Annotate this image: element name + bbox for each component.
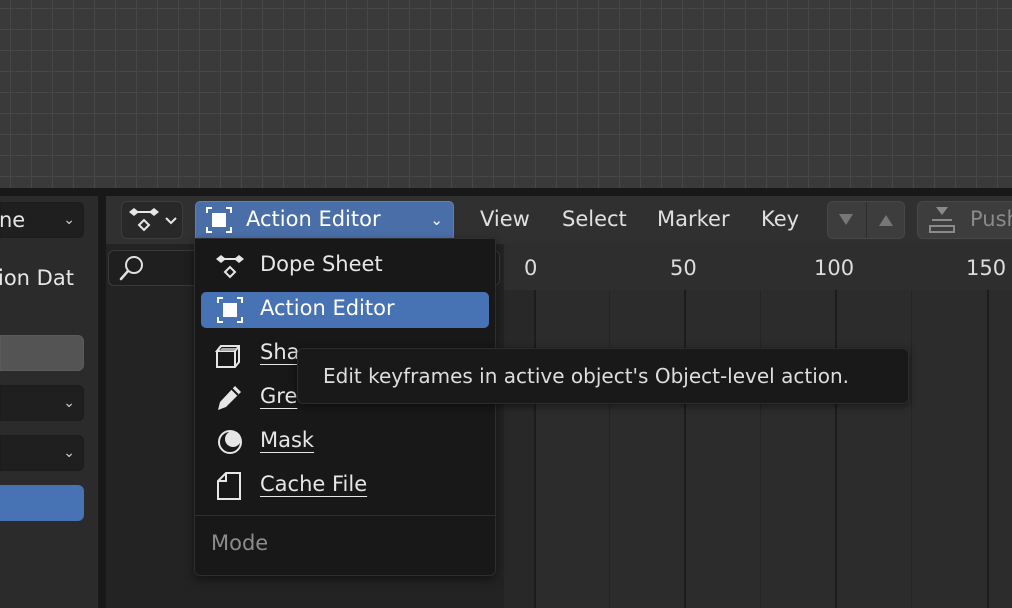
menu-key[interactable]: Key	[761, 207, 799, 231]
menu-item-dope-sheet[interactable]: Dope Sheet	[201, 248, 489, 284]
area-separator-vertical[interactable]	[98, 196, 106, 608]
push-down-label: Push	[970, 207, 1012, 231]
panel-dropdown-text: ne	[0, 208, 26, 232]
panel-dropdown-3[interactable]: ⌄	[0, 435, 84, 471]
editor-mode-menu: Dope Sheet Action Editor Sha Gre Mask Ca…	[194, 238, 496, 576]
chevron-down-icon: ⌄	[63, 445, 75, 461]
keyframe-area[interactable]	[534, 290, 1012, 608]
menu-separator	[195, 515, 495, 516]
timeline-scrub-area[interactable]	[504, 244, 1012, 290]
tooltip-text: Edit keyframes in active object's Object…	[323, 364, 850, 388]
chevron-down-icon: ⌄	[63, 212, 75, 228]
group-separator	[866, 202, 867, 238]
frame-gridline-minor	[760, 290, 761, 608]
menu-item-label: Sha	[260, 340, 300, 364]
frame-gridline	[835, 290, 837, 608]
push-down-button[interactable]: Push	[917, 201, 1012, 239]
panel-label: ion Dat	[0, 266, 74, 290]
frame-label: 100	[814, 256, 855, 280]
chevron-down-icon: ⌄	[63, 395, 75, 411]
triangle-up-icon[interactable]	[868, 202, 904, 238]
dope-sheet-icon	[129, 208, 177, 232]
action-editor-icon	[217, 297, 243, 323]
shape-key-icon	[214, 345, 240, 368]
menu-item-label: Cache File	[260, 472, 368, 496]
properties-panel: ne ⌄ ion Dat ⌄ ⌄	[0, 196, 98, 608]
channel-search-input[interactable]	[108, 250, 198, 286]
menu-item-label: Dope Sheet	[260, 252, 383, 276]
frame-label: 150	[966, 256, 1007, 280]
menu-view[interactable]: View	[480, 207, 530, 231]
dope-sheet-icon	[216, 255, 244, 279]
cache-file-icon	[217, 472, 241, 500]
menu-marker[interactable]: Marker	[657, 207, 730, 231]
menu-heading: Mode	[211, 531, 269, 555]
frame-label: 50	[670, 256, 697, 280]
menu-select[interactable]: Select	[562, 207, 627, 231]
tooltip: Edit keyframes in active object's Object…	[297, 348, 909, 404]
frame-gridline-minor	[609, 290, 610, 608]
editor-mode-dropdown[interactable]: Action Editor ⌄	[195, 201, 454, 239]
push-down-icon	[929, 207, 955, 233]
panel-dropdown-top[interactable]: ne ⌄	[0, 202, 84, 238]
editor-type-button[interactable]	[121, 201, 183, 239]
menu-item-action-editor[interactable]: Action Editor	[201, 292, 489, 328]
triangle-down-icon[interactable]	[828, 202, 864, 238]
area-separator[interactable]	[0, 188, 1012, 196]
frame-gridline-minor	[911, 290, 912, 608]
viewport-grid[interactable]	[0, 0, 1012, 188]
menu-item-mask[interactable]: Mask	[201, 424, 489, 460]
menu-item-label: Mask	[260, 428, 315, 452]
menu-item-label: Gre	[260, 384, 298, 408]
action-editor-icon	[206, 207, 232, 233]
frame-gridline	[684, 290, 686, 608]
menu-item-cache-file[interactable]: Cache File	[201, 468, 489, 504]
panel-dropdown-2[interactable]: ⌄	[0, 385, 84, 421]
mask-icon	[218, 430, 242, 454]
frame-label: 0	[524, 256, 538, 280]
grease-pencil-icon	[218, 386, 241, 410]
search-icon	[119, 256, 143, 281]
mode-dropdown-label: Action Editor	[246, 207, 381, 231]
menu-item-label: Action Editor	[260, 296, 395, 320]
chevron-down-icon: ⌄	[430, 211, 443, 229]
panel-blue-button[interactable]	[0, 485, 84, 521]
panel-gray-button[interactable]	[0, 335, 84, 371]
keyframe-nav-group	[827, 201, 905, 239]
frame-gridline	[534, 290, 536, 608]
frame-gridline	[987, 290, 989, 608]
